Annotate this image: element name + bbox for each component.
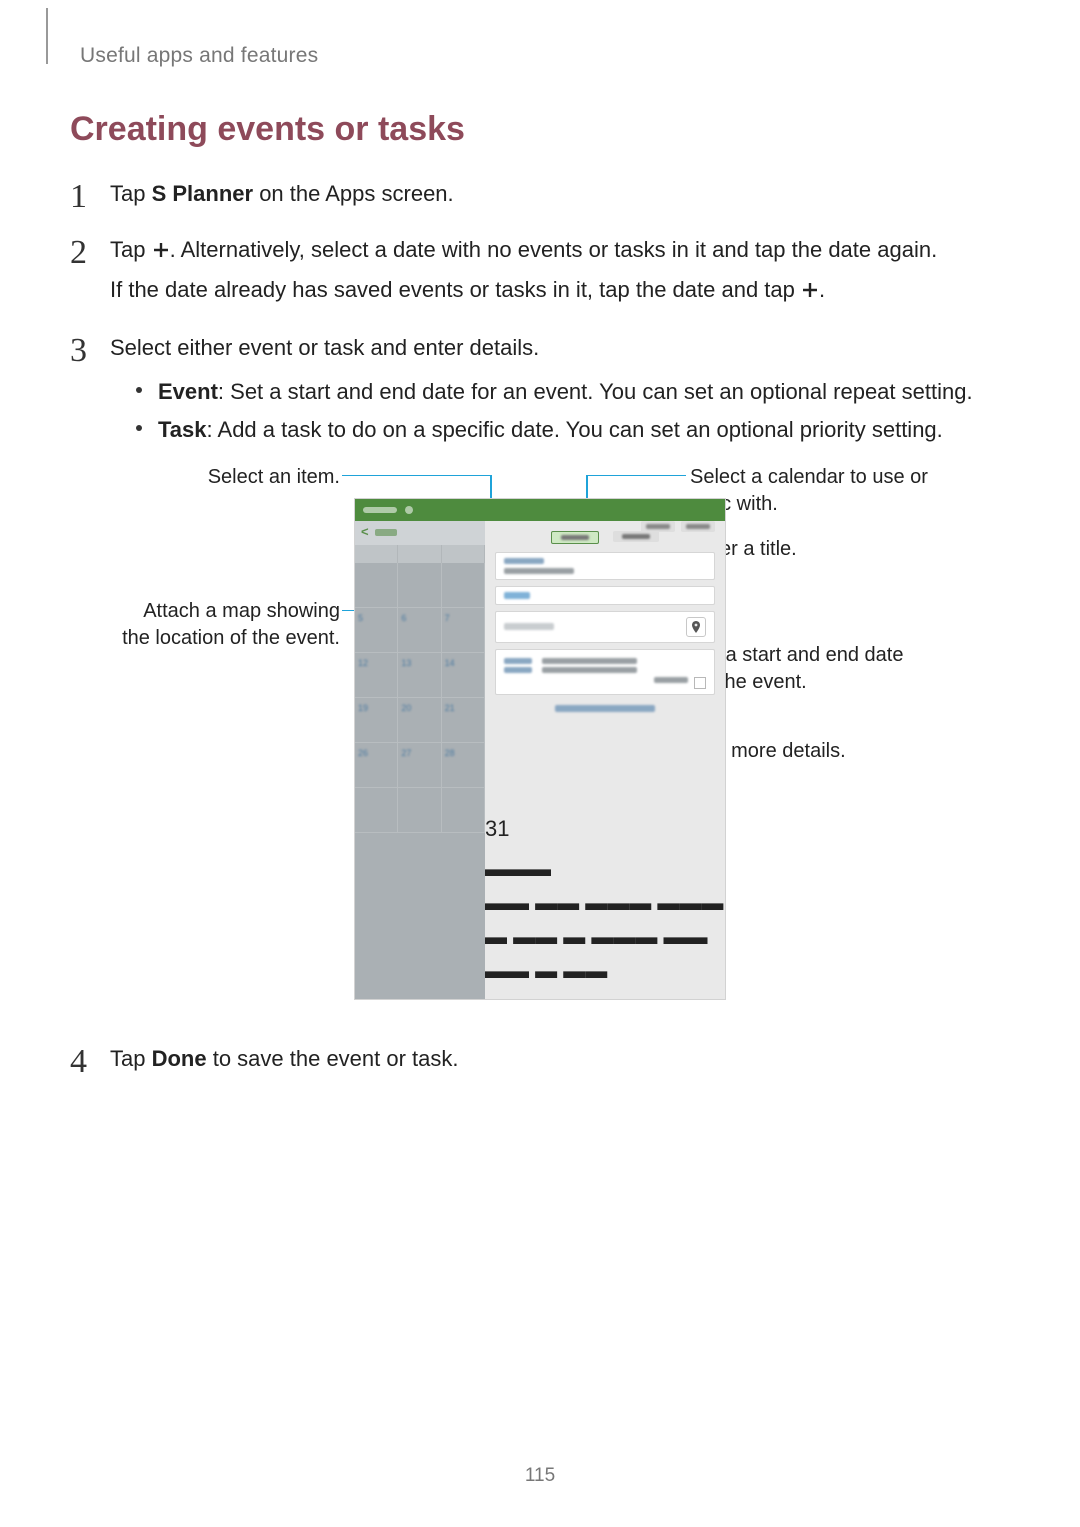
step-4: 4 Tap Done to save the event or task. (70, 1042, 1010, 1076)
map-pin-icon (686, 617, 706, 637)
step-3-bullet-task: Task: Add a task to do on a specific dat… (136, 413, 1010, 447)
no-events-label: ▬▬▬ (485, 852, 725, 886)
step-1-number: 1 (70, 171, 87, 224)
callout-attach-map: Attach a map showing the location of the… (110, 598, 340, 652)
step-2-line1-pre: Tap (110, 237, 152, 262)
step-2-line1-post: . Alternatively, select a date with no e… (170, 237, 938, 262)
leader-line (586, 475, 686, 477)
tab-event (551, 531, 599, 544)
step-3-bullet-event: Event: Set a start and end date for an e… (136, 375, 1010, 409)
selected-day-number: 31 (485, 816, 509, 841)
breadcrumb: Useful apps and features (80, 44, 1010, 68)
step-4-text-pre: Tap (110, 1046, 152, 1071)
view-more-options (555, 705, 655, 712)
tab-task (613, 531, 659, 542)
step-4-text-post: to save the event or task. (207, 1046, 459, 1071)
field-dates (495, 649, 715, 695)
form-top-buttons (641, 521, 715, 532)
calendar-pane: < 567 121314 192021 262728 (355, 521, 485, 999)
step-3-intro: Select either event or task and enter de… (110, 331, 1010, 365)
callout-select-item: Select an item. (110, 464, 340, 491)
step-1-text-post: on the Apps screen. (253, 181, 454, 206)
step-1: 1 Tap S Planner on the Apps screen. (70, 177, 1010, 211)
selected-day-card: 31 ▬▬▬ ▬▬ ▬▬ ▬▬▬ ▬▬▬ ▬ ▬▬ ▬ ▬▬▬ ▬▬ ▬▬ ▬ … (485, 812, 725, 988)
tablet-mock: < 567 121314 192021 262728 (354, 498, 726, 1000)
event-form-pane: 31 ▬▬▬ ▬▬ ▬▬ ▬▬▬ ▬▬▬ ▬ ▬▬ ▬ ▬▬▬ ▬▬ ▬▬ ▬ … (485, 521, 725, 999)
step-2-line2-pre: If the date already has saved events or … (110, 277, 801, 302)
step-3-bullet-event-bold: Event (158, 379, 218, 404)
callout-select-calendar: Select a calendar to use or sync with. (690, 464, 930, 518)
field-calendar (495, 552, 715, 580)
figure-event-form: Select an item. Attach a map showing the… (110, 458, 1030, 1018)
step-2-line2-post: . (819, 277, 825, 302)
callout-add-details: Add more details. (690, 738, 930, 765)
callout-enter-title: Enter a title. (690, 536, 930, 563)
event-task-tabs (495, 531, 715, 544)
step-3-bullet-task-bold: Task (158, 417, 207, 442)
step-2: 2 Tap . Alternatively, select a date wit… (70, 233, 1010, 309)
step-4-bold: Done (152, 1046, 207, 1071)
step-3-number: 3 (70, 325, 87, 378)
callout-set-dates: Set a start and end date for the event. (690, 642, 930, 696)
step-3-bullet-event-rest: : Set a start and end date for an event.… (218, 379, 973, 404)
step-3: 3 Select either event or task and enter … (70, 331, 1010, 1017)
field-location (495, 611, 715, 643)
plus-icon (801, 275, 819, 309)
status-bar (355, 499, 725, 521)
step-1-text-pre: Tap (110, 181, 152, 206)
margin-tick (46, 8, 48, 64)
step-2-number: 2 (70, 227, 87, 280)
step-4-number: 4 (70, 1036, 87, 1089)
page-number: 115 (0, 1465, 1080, 1487)
section-title: Creating events or tasks (70, 110, 1010, 149)
step-1-bold: S Planner (152, 181, 253, 206)
plus-icon (152, 235, 170, 269)
leader-line (342, 475, 490, 477)
field-title (495, 586, 715, 605)
hint-text: ▬▬ ▬▬ ▬▬▬ ▬▬▬ ▬ ▬▬ ▬ ▬▬▬ ▬▬ ▬▬ ▬ ▬▬ (485, 886, 725, 988)
step-3-bullet-task-rest: : Add a task to do on a specific date. Y… (207, 417, 943, 442)
